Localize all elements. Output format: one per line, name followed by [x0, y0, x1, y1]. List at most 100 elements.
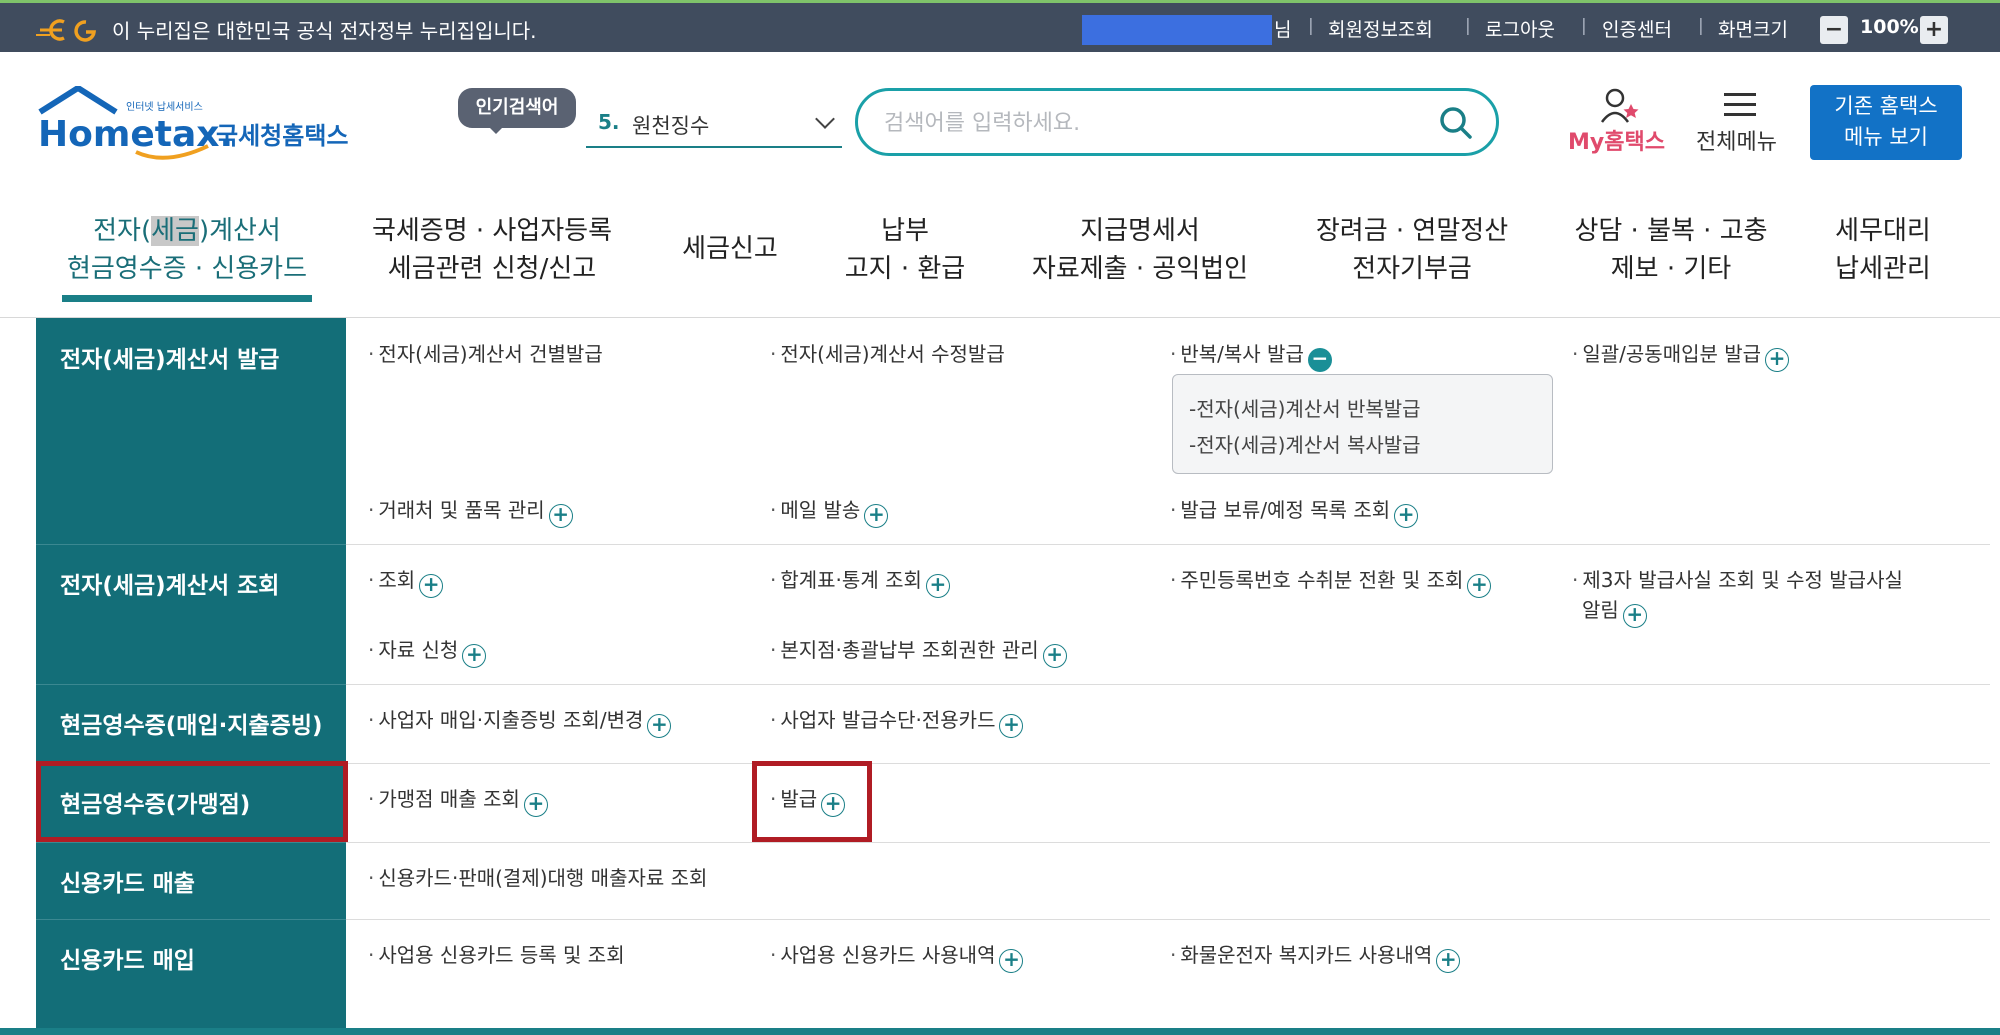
zoom-out-button[interactable]: − [1820, 16, 1848, 44]
category-cash-receipt-purchase[interactable]: 현금영수증(매입·지출증빙) [60, 706, 323, 740]
link-third-party-notify[interactable]: 알림 + [1582, 596, 1647, 628]
nav-tab-consult[interactable]: 상담 · 불복 · 고충 제보 · 기타 [1572, 212, 1770, 288]
expand-icon[interactable]: + [999, 949, 1024, 973]
nav-tab-payment-line2: 고지 · 환급 [844, 254, 966, 284]
gov-banner: 이 누리집은 대한민국 공식 전자정부 누리집입니다. 님 | 회원정보조회 |… [0, 0, 2000, 52]
link-branch-permission[interactable]: · 본지점·총괄납부 조회권한 관리 + [770, 636, 1067, 668]
link-summary-stats[interactable]: · 합계표·통계 조회 + [770, 566, 950, 598]
nav-tab-einvoice-line1: 전자(세금)계산서 [93, 216, 281, 246]
logo-kor-text: 국세청홈택스 [216, 122, 348, 150]
category-column [36, 318, 346, 1028]
all-menu-label[interactable]: 전체메뉴 [1696, 124, 1777, 156]
divider: | [1465, 16, 1471, 36]
link-issue-method-card[interactable]: · 사업자 발급수단·전용카드 + [770, 706, 1024, 738]
classic-menu-button[interactable]: 기존 홈택스 메뉴 보기 [1810, 85, 1962, 160]
link-mail-send[interactable]: · 메일 발송 + [770, 496, 889, 528]
expand-icon[interactable]: + [462, 644, 487, 668]
nav-tab-consult-line1: 상담 · 불복 · 고충 [1574, 216, 1768, 246]
divider [36, 919, 346, 920]
expand-icon[interactable]: + [1436, 949, 1461, 973]
expand-icon[interactable]: + [925, 574, 950, 598]
divider [346, 919, 1990, 920]
link-cargo-welfare-card[interactable]: · 화물운전자 복지카드 사용내역 + [1170, 941, 1461, 973]
link-card-sales-data[interactable]: · 신용카드·판매(결제)대행 매출자료 조회 [368, 864, 707, 892]
user-suffix: 님 [1274, 19, 1292, 41]
popular-rank: 5. [598, 110, 620, 134]
divider [36, 544, 346, 545]
link-bulk-issue[interactable]: · 일괄/공동매입분 발급 + [1572, 340, 1790, 372]
link-third-party-inquiry[interactable]: · 제3자 발급사실 조회 및 수정 발급사실 [1572, 566, 1903, 594]
member-info-link[interactable]: 회원정보조회 [1328, 15, 1433, 42]
link-hold-list[interactable]: · 발급 보류/예정 목록 조회 + [1170, 496, 1419, 528]
expand-icon[interactable]: + [1467, 574, 1492, 598]
chevron-down-icon [815, 109, 835, 129]
link-business-card-history[interactable]: · 사업용 신용카드 사용내역 + [770, 941, 1024, 973]
category-einvoice-issue[interactable]: 전자(세금)계산서 발급 [60, 340, 279, 374]
nav-tab-statement[interactable]: 지급명세서 자료제출 · 공익법인 [1030, 212, 1250, 288]
nav-tab-certificate-line1: 국세증명 · 사업자등록 [371, 216, 613, 246]
category-einvoice-inquiry[interactable]: 전자(세금)계산서 조회 [60, 566, 279, 600]
expand-icon[interactable]: + [864, 504, 889, 528]
nav-tab-einvoice[interactable]: 전자(세금)계산서 현금영수증 · 신용카드 [62, 212, 312, 288]
expand-icon[interactable]: + [1042, 644, 1067, 668]
expand-icon[interactable]: + [1394, 504, 1419, 528]
logo-small-text: 인터넷 납세서비스 [126, 101, 203, 113]
expand-icon[interactable]: + [1765, 348, 1790, 372]
link-store-sales[interactable]: · 가맹점 매출 조회 + [368, 785, 548, 817]
link-repeat-copy-issue[interactable]: · 반복/복사 발급 − [1170, 340, 1332, 372]
divider [36, 842, 346, 843]
link-purchase-proof[interactable]: · 사업자 매입·지출증빙 조회/변경 + [368, 706, 672, 738]
expand-icon[interactable]: + [999, 714, 1024, 738]
link-modify-issue[interactable]: · 전자(세금)계산서 수정발급 [770, 340, 1005, 368]
divider [346, 544, 1990, 545]
popular-label-tail [486, 124, 506, 134]
link-repeat-issue[interactable]: -전자(세금)계산서 반복발급 [1189, 393, 1421, 422]
cert-center-link[interactable]: 인증센터 [1602, 15, 1672, 42]
gov-notice-text: 이 누리집은 대한민국 공식 전자정부 누리집입니다. [112, 19, 537, 43]
divider [346, 684, 1990, 685]
hometax-logo[interactable]: 인터넷 납세서비스 Hometax. 국세청홈택스 [38, 85, 368, 168]
zoom-in-button[interactable]: + [1920, 16, 1948, 44]
link-inquiry[interactable]: · 조회 + [368, 566, 444, 598]
category-card-purchase[interactable]: 신용카드 매입 [60, 941, 195, 975]
divider: | [1308, 16, 1314, 36]
nav-tab-agent[interactable]: 세무대리 납세관리 [1820, 212, 1946, 288]
classic-button-line1: 기존 홈택스 [1834, 94, 1938, 118]
nav-tab-incentive[interactable]: 장려금 · 연말정산 전자기부금 [1312, 212, 1512, 288]
highlight-box-issue [752, 761, 872, 842]
popular-search-select[interactable]: 5. 원천징수 [586, 104, 842, 148]
link-business-card-register[interactable]: · 사업용 신용카드 등록 및 조회 [368, 941, 625, 969]
search-bar [855, 88, 1499, 156]
divider [36, 684, 346, 685]
nav-tab-payment[interactable]: 납부 고지 · 환급 [840, 212, 970, 288]
link-rrn-conversion[interactable]: · 주민등록번호 수취분 전환 및 조회 + [1170, 566, 1492, 598]
search-highlight: 세금 [151, 216, 199, 246]
category-card-sales[interactable]: 신용카드 매출 [60, 864, 195, 898]
active-tab-indicator [62, 295, 312, 302]
nav-tab-agent-line2: 납세관리 [1835, 254, 1931, 284]
link-partner-items[interactable]: · 거래처 및 품목 관리 + [368, 496, 573, 528]
nav-tab-incentive-line2: 전자기부금 [1352, 254, 1472, 284]
collapse-icon[interactable]: − [1307, 348, 1332, 372]
nav-tab-tax-filing[interactable]: 세금신고 [680, 230, 780, 268]
expand-icon[interactable]: + [1622, 604, 1647, 628]
expand-icon[interactable]: + [419, 574, 444, 598]
link-data-request[interactable]: · 자료 신청 + [368, 636, 487, 668]
user-star-icon[interactable] [1600, 88, 1640, 124]
logout-link[interactable]: 로그아웃 [1485, 15, 1555, 42]
my-hometax-label[interactable]: My홈택스 [1568, 124, 1665, 156]
nav-tab-incentive-line1: 장려금 · 연말정산 [1315, 216, 1509, 246]
nav-tab-certificate[interactable]: 국세증명 · 사업자등록 세금관련 신청/신고 [368, 212, 616, 288]
search-icon[interactable] [1438, 105, 1474, 141]
expand-icon[interactable]: + [647, 714, 672, 738]
expand-icon[interactable]: + [523, 793, 548, 817]
classic-button-line2: 메뉴 보기 [1844, 125, 1928, 149]
egov-logo-icon [36, 19, 96, 42]
hamburger-menu-icon[interactable] [1724, 92, 1756, 118]
link-single-issue[interactable]: · 전자(세금)계산서 건별발급 [368, 340, 603, 368]
search-input[interactable] [884, 107, 1404, 139]
expand-icon[interactable]: + [548, 504, 573, 528]
link-copy-issue[interactable]: -전자(세금)계산서 복사발급 [1189, 429, 1421, 458]
highlight-box-category [36, 761, 348, 842]
hometax-logo-icon: 인터넷 납세서비스 Hometax. 국세청홈택스 [38, 85, 348, 160]
